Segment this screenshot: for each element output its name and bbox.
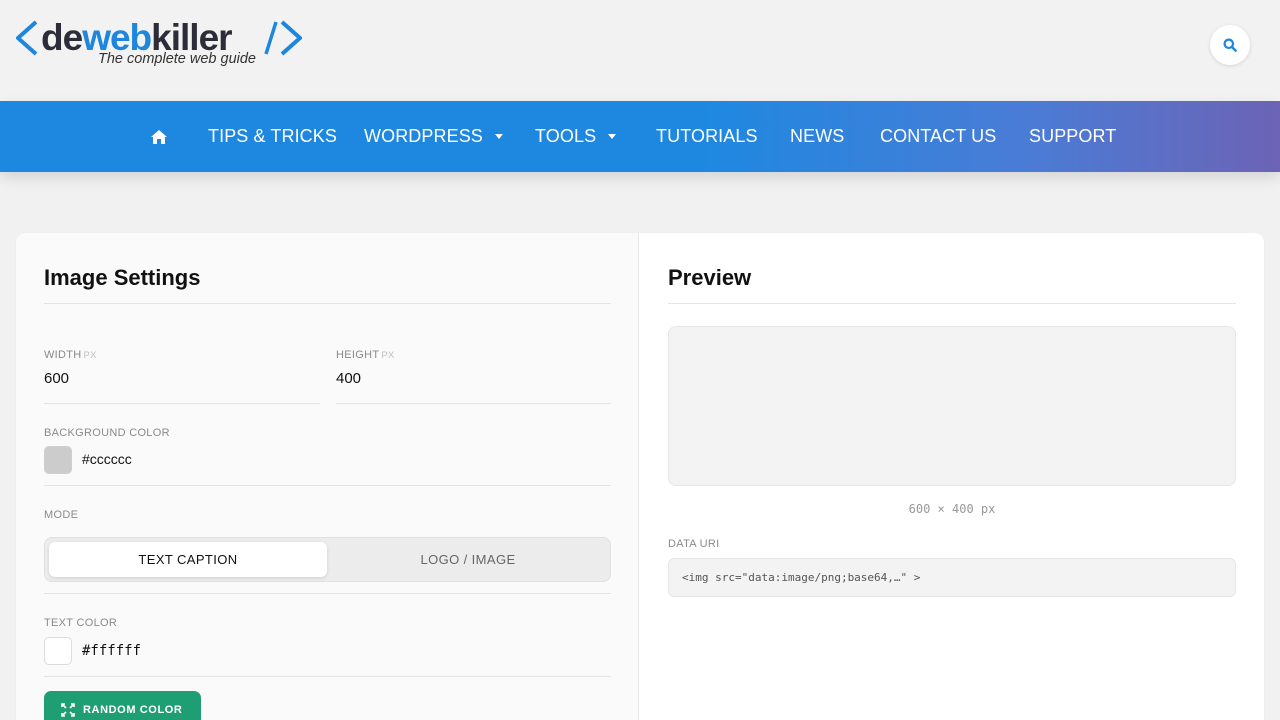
home-icon: [151, 129, 167, 144]
nav-contact-us[interactable]: CONTACT US: [880, 101, 996, 172]
settings-panel: Image Settings WIDTH PX 600 HEIGHT PX 400 …: [16, 233, 639, 720]
width-unit: PX: [83, 350, 97, 361]
site-logo[interactable]: dewebkiller The complete web guide: [14, 16, 306, 72]
mode-text-caption-tab[interactable]: TEXT CAPTION: [49, 542, 327, 577]
height-underline: [336, 403, 611, 404]
text-color-value[interactable]: #ffffff: [82, 643, 141, 659]
nav-news[interactable]: NEWS: [790, 101, 844, 172]
divider: [668, 303, 1236, 304]
divider: [44, 593, 611, 594]
site-header: dewebkiller The complete web guide: [0, 0, 1280, 101]
nav-news-label: NEWS: [790, 126, 845, 146]
logo-text-de: de: [41, 17, 83, 58]
divider: [44, 303, 611, 304]
mode-toggle: TEXT CAPTION LOGO / IMAGE: [44, 537, 611, 582]
chevron-down-icon: [608, 134, 617, 139]
slash-angle-bracket-icon: [264, 20, 302, 56]
width-label-text: WIDTH: [44, 349, 82, 361]
nav-tools-label: TOOLS: [535, 126, 597, 146]
nav-home[interactable]: [150, 101, 168, 172]
tool-card: Image Settings WIDTH PX 600 HEIGHT PX 400 …: [16, 233, 1264, 720]
shuffle-icon: [61, 703, 75, 717]
preview-title: Preview: [668, 265, 752, 290]
random-color-label: RANDOM COLOR: [83, 704, 183, 716]
nav-wordpress-label: WORDPRESS: [364, 126, 483, 146]
preview-image: [668, 326, 1236, 486]
main-nav: TIPS & TRICKS WORDPRESS TOOLS TUTORIALS …: [0, 101, 1280, 172]
background-color-swatch[interactable]: [44, 446, 72, 474]
mode-label: MODE: [44, 509, 79, 521]
height-unit: PX: [381, 350, 395, 361]
nav-tools[interactable]: TOOLS: [535, 101, 617, 172]
chevron-down-icon: [494, 134, 503, 139]
search-button[interactable]: [1210, 25, 1250, 65]
nav-wordpress[interactable]: WORDPRESS: [364, 101, 503, 172]
nav-contact-us-label: CONTACT US: [880, 126, 997, 146]
text-color-label: TEXT COLOR: [44, 617, 118, 629]
data-uri-output[interactable]: <img src="data:image/png;base64,…" >: [668, 558, 1236, 597]
left-angle-bracket-icon: [16, 20, 38, 56]
width-input[interactable]: 600: [44, 370, 69, 387]
text-color-swatch[interactable]: [44, 637, 72, 665]
height-label-text: HEIGHT: [336, 349, 380, 361]
height-input[interactable]: 400: [336, 370, 361, 387]
nav-tips-tricks-label: TIPS & TRICKS: [208, 126, 337, 146]
preview-dimensions: 600 × 400 px: [908, 502, 996, 516]
height-label: HEIGHT PX: [336, 349, 395, 361]
background-color-value[interactable]: #cccccc: [82, 451, 132, 467]
width-label: WIDTH PX: [44, 349, 97, 361]
nav-tutorials[interactable]: TUTORIALS: [656, 101, 758, 172]
nav-support[interactable]: SUPPORT: [1029, 101, 1116, 172]
nav-support-label: SUPPORT: [1029, 126, 1117, 146]
data-uri-label: DATA URI: [668, 538, 720, 550]
settings-title: Image Settings: [44, 265, 201, 290]
divider: [44, 676, 611, 677]
search-icon: [1223, 38, 1237, 52]
width-underline: [44, 403, 320, 404]
mode-logo-image-tab[interactable]: LOGO / IMAGE: [329, 542, 607, 577]
logo-tagline: The complete web guide: [98, 51, 256, 67]
preview-panel: Preview 600 × 400 px DATA URI <img src="…: [640, 233, 1264, 720]
nav-tutorials-label: TUTORIALS: [656, 126, 758, 146]
divider: [44, 485, 611, 486]
random-color-button[interactable]: RANDOM COLOR: [44, 691, 201, 720]
nav-tips-tricks[interactable]: TIPS & TRICKS: [208, 101, 337, 172]
background-color-label: BACKGROUND COLOR: [44, 427, 170, 439]
